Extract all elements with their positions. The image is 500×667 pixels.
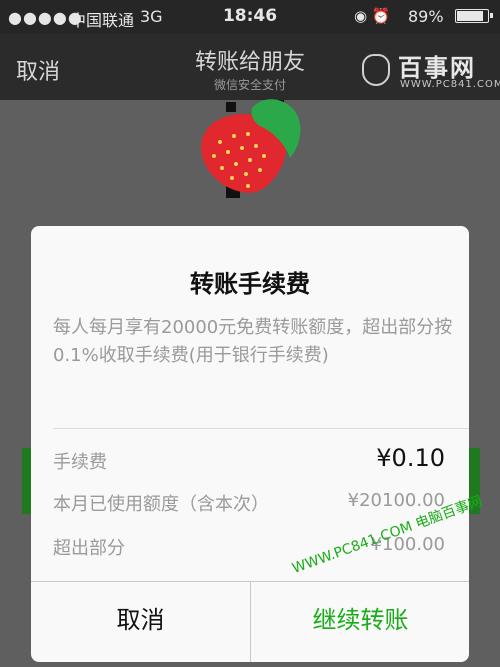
excess-label: 超出部分 [53,538,125,559]
dialog-description: 每人每月享有20000元免费转账额度，超出部分按0.1%收取手续费(用于银行手续… [53,317,453,366]
watermark-brand: 百事网 [398,54,476,82]
fee-value: ¥0.10 [376,444,445,472]
status-bar: ●●●●● 中国联通 3G 18:46 ◉ ⏰ 89% [0,0,500,34]
watermark-url: WWW.PC841.COM [400,79,500,90]
cancel-button[interactable]: 取消 [31,582,250,662]
strawberry-icon [201,99,301,198]
dialog-title: 转账手续费 [190,270,310,298]
watermark-logo: 百事网 WWW.PC841.COM [362,48,500,94]
continue-transfer-button[interactable]: 继续转账 [251,582,469,662]
battery-percent: 89% [408,7,444,26]
fee-dialog: 转账手续费 每人每月享有20000元免费转账额度，超出部分按0.1%收取手续费(… [31,226,469,662]
alarm-icon: ◉ ⏰ [354,7,391,25]
mouse-icon [362,54,390,86]
battery-icon [455,9,493,23]
divider [53,428,469,429]
fee-label: 手续费 [53,452,107,473]
used-quota-label: 本月已使用额度（含本次） [53,494,269,515]
battery-fill [457,11,483,21]
